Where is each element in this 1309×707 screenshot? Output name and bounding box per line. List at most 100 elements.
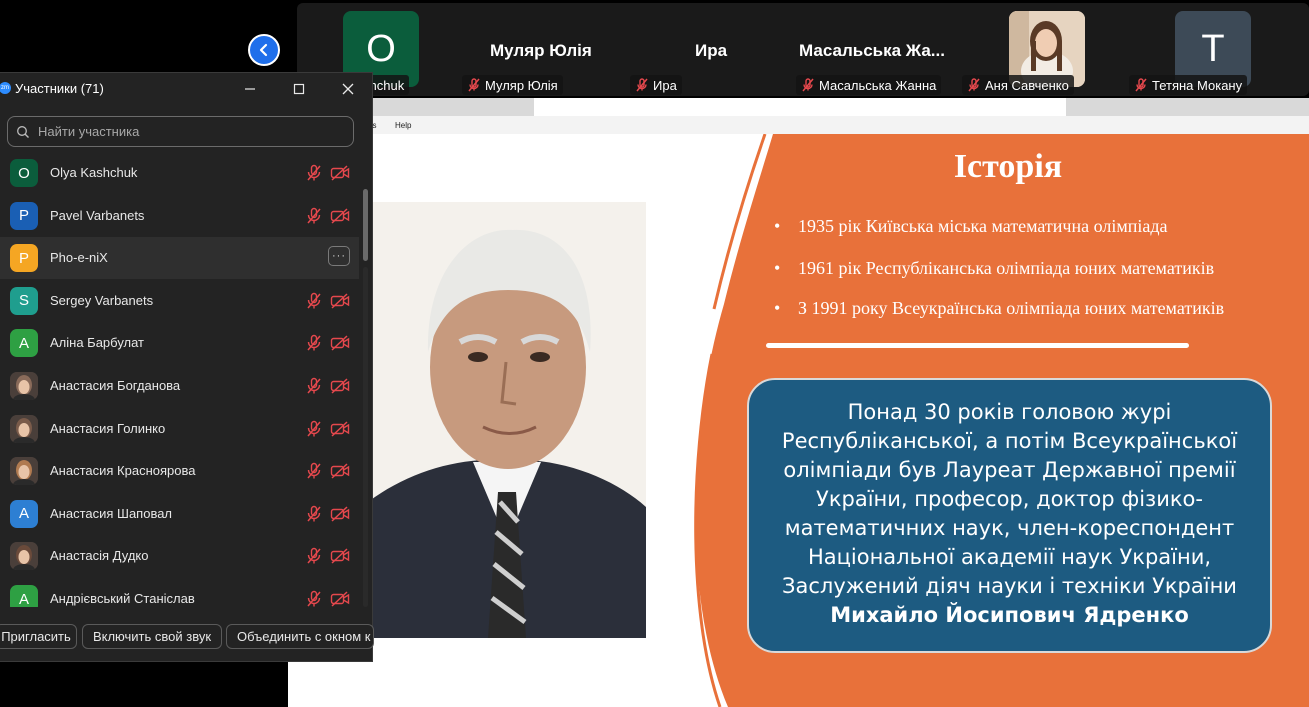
info-line: математичних наук, член-кореспондент (784, 516, 1235, 540)
search-input[interactable] (36, 123, 340, 140)
menu-item-help: Help (395, 121, 412, 130)
close-button[interactable] (336, 77, 360, 101)
shared-app-menubar: es Help (288, 116, 1309, 134)
participant-avatar (10, 372, 38, 400)
participant-name: Olya Kashchuk (50, 165, 138, 180)
video-off-icon (330, 421, 350, 442)
participants-panel: zm Участники (71) O Olya Kashchuk P Pavel V… (0, 72, 374, 662)
search-icon (17, 125, 29, 138)
video-off-icon (330, 506, 350, 527)
info-line: Заслужений діяч науки і техніки України (782, 574, 1237, 598)
mic-muted-icon (305, 334, 323, 357)
panel-title: Участники (71) (15, 81, 104, 96)
portrait-photo (368, 202, 646, 638)
participant-name: Анастасія Дудко (50, 548, 149, 564)
bullet-text: 1961 рік Республіканська олімпіада юних … (798, 258, 1215, 278)
participant-row[interactable]: A Аліна Барбулат (0, 322, 359, 364)
video-off-icon (330, 165, 350, 186)
video-off-icon (330, 293, 350, 314)
participant-name: Анастасия Красноярова (50, 463, 196, 479)
slide-divider (766, 343, 1189, 348)
mic-muted-icon (305, 420, 323, 443)
shared-window-strip (534, 98, 1066, 116)
participant-name: Аліна Барбулат (50, 335, 145, 351)
video-caption: Ира (630, 75, 682, 95)
video-tile-name[interactable]: Масальська Жа... (799, 41, 945, 61)
unmute-self-button[interactable]: Включить свой звук (82, 624, 222, 649)
participant-name: Анастасия Шаповал (50, 505, 173, 521)
professor-portrait (368, 202, 646, 638)
participant-row[interactable]: P Pho-e-niX ··· (0, 237, 359, 280)
mic-muted-icon (305, 590, 323, 607)
participant-avatar: P (10, 244, 38, 273)
info-name: Михайло Йосипович Ядренко (830, 603, 1189, 627)
slide-info-box: Понад 30 років головою журі Республіканс… (747, 378, 1272, 653)
scrollbar-thumb[interactable] (363, 189, 368, 261)
minimize-icon (245, 88, 255, 90)
participant-row[interactable]: Анастасия Красноярова (0, 450, 359, 492)
bullet-dot: • (774, 216, 781, 236)
participant-name: Андрієвський Станіслав (50, 591, 195, 606)
mic-muted-icon (305, 292, 323, 315)
merge-window-button[interactable]: Объединить с окном к (226, 624, 374, 649)
video-tile-name[interactable]: Муляр Юлія (490, 41, 592, 61)
participant-search[interactable] (7, 116, 354, 147)
participant-row[interactable]: A Анастасия Шаповал (0, 493, 359, 535)
video-off-icon (330, 378, 350, 399)
caption-name: Ира (653, 77, 677, 93)
mic-muted-icon (305, 377, 323, 400)
participant-row[interactable]: P Pavel Varbanets (0, 195, 359, 237)
more-options-button[interactable]: ··· (328, 246, 350, 267)
mic-muted-icon (802, 78, 814, 92)
participant-name: Pho-e-niX (50, 250, 108, 266)
mic-muted-icon (305, 164, 323, 187)
maximize-button[interactable] (287, 77, 311, 101)
caption-name: Муляр Юлія (485, 77, 558, 93)
video-off-icon (330, 591, 350, 607)
bullet-text: 1935 рік Київська міська математична олі… (798, 216, 1168, 236)
mic-muted-icon (305, 547, 323, 570)
caption-name: Масальська Жанна (819, 77, 937, 93)
minimize-button[interactable] (238, 77, 262, 101)
participant-avatar: S (10, 286, 38, 315)
bullet-text: З 1991 року Всеукраїнська олімпіада юних… (798, 298, 1225, 318)
video-caption: Аня Савченко (962, 75, 1074, 95)
participant-avatar (10, 414, 38, 443)
mic-muted-icon (305, 207, 323, 230)
participant-row[interactable]: Анастасия Богданова (0, 365, 359, 407)
info-line: Національної академії наук України, (807, 545, 1212, 569)
chevron-left-icon (259, 43, 268, 57)
video-caption: Муляр Юлія (462, 75, 563, 95)
presentation-slide: Історія • 1935 рік Київська міська матема… (288, 134, 1309, 707)
close-icon (342, 83, 354, 95)
participant-name: Анастасия Голинко (50, 420, 166, 436)
strip-prev-button[interactable] (248, 34, 280, 66)
participant-row[interactable]: O Olya Kashchuk (0, 152, 359, 194)
mic-muted-icon (468, 78, 480, 92)
video-caption: Масальська Жанна (796, 75, 942, 95)
video-tile-name[interactable]: Ира (695, 41, 727, 61)
participant-row[interactable]: A Андрієвський Станіслав (0, 578, 359, 607)
video-off-icon (330, 335, 350, 356)
participant-row[interactable]: Анастасия Голинко (0, 408, 359, 450)
participant-row[interactable]: Анастасія Дудко (0, 535, 359, 577)
participant-row[interactable]: S Sergey Varbanets (0, 280, 359, 322)
mic-muted-icon (305, 505, 323, 528)
mic-muted-icon (968, 78, 980, 92)
participant-avatar: O (10, 159, 38, 187)
invite-button[interactable]: Пригласить (0, 624, 77, 649)
caption-name: Тетяна Мокану (1152, 77, 1243, 93)
video-off-icon (330, 208, 350, 229)
panel-titlebar: zm Участники (71) (0, 73, 372, 105)
info-line: олімпіади був Лауреат Державної премії (783, 458, 1236, 482)
mic-muted-icon (636, 78, 648, 92)
scrollbar-track[interactable] (363, 267, 368, 607)
participant-avatar: A (10, 329, 38, 358)
participant-avatar: P (10, 201, 38, 230)
participant-avatar: A (10, 499, 38, 528)
video-strip: O Муляр Юлія Ира Масальська Жа... T shch… (297, 3, 1309, 96)
bullet-dot: • (774, 258, 781, 278)
slide-bullet: • З 1991 року Всеукраїнська олімпіада юни… (774, 298, 1224, 319)
zoom-logo-icon: zm (0, 82, 11, 94)
participant-name: Анастасия Богданова (50, 378, 181, 393)
